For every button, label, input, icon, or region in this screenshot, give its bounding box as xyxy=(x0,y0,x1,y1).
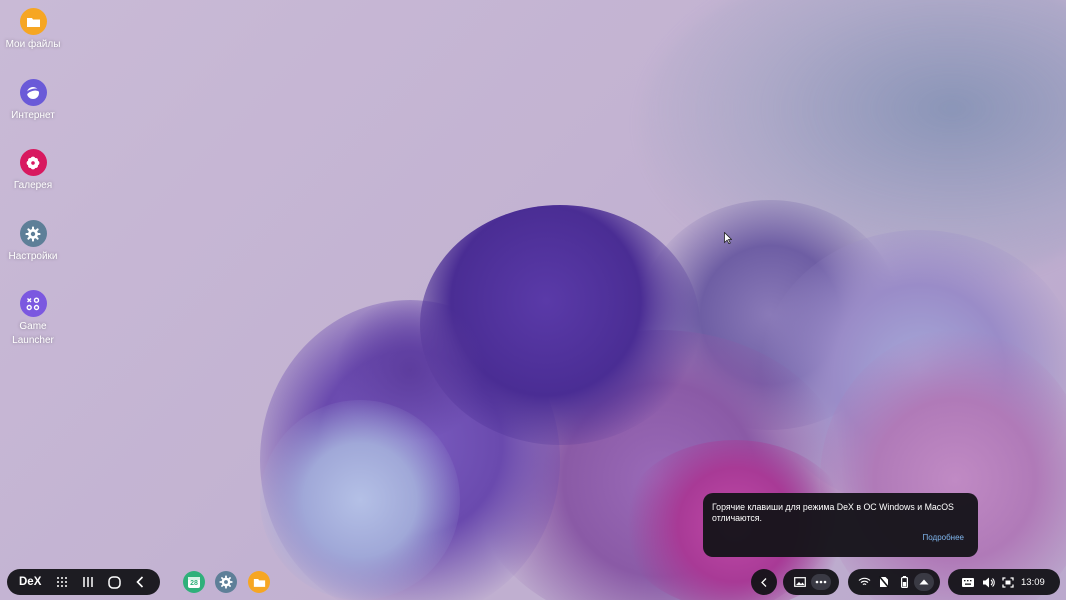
window-controls-pill xyxy=(783,569,839,595)
files-app-button[interactable] xyxy=(248,571,270,593)
desktop-icon-gallery[interactable]: Галерея xyxy=(0,149,66,193)
back-circle-button[interactable] xyxy=(751,569,777,595)
mouse-cursor-icon xyxy=(724,231,733,249)
battery-icon[interactable] xyxy=(894,569,914,595)
dex-button[interactable]: DeX xyxy=(19,576,49,588)
back-icon[interactable] xyxy=(127,569,153,595)
gear-icon xyxy=(219,575,233,589)
desktop-icon-my-files[interactable]: Мои файлы xyxy=(0,8,66,52)
game-launcher-icon xyxy=(19,290,47,317)
keyboard-icon[interactable] xyxy=(958,569,978,595)
desktop-icon-label: Галерея xyxy=(13,180,53,191)
calendar-date-label: 28 xyxy=(190,580,198,587)
desktop-icon-game-launcher[interactable]: Game Launcher xyxy=(0,290,66,348)
more-options-icon[interactable] xyxy=(810,569,832,595)
hotkeys-toast: Горячие клавиши для режима DeX в ОС Wind… xyxy=(703,493,978,557)
calendar-app-button[interactable]: 28 xyxy=(183,571,205,593)
gear-icon xyxy=(19,220,47,247)
desktop-icon-label: Интернет xyxy=(11,110,55,121)
desktop-icon-label: Мои файлы xyxy=(5,39,61,50)
volume-icon[interactable] xyxy=(978,569,998,595)
clock[interactable]: 13:09 xyxy=(1021,577,1045,588)
desktop-icon-label: Настройки xyxy=(8,251,58,262)
wallpaper-petals xyxy=(260,400,460,600)
screenshot-icon[interactable] xyxy=(998,569,1018,595)
status-tray-pill xyxy=(848,569,940,595)
wifi-icon[interactable] xyxy=(854,569,874,595)
dex-navigation-bar: DeX xyxy=(7,569,160,595)
image-icon[interactable] xyxy=(790,569,810,595)
apps-grid-icon[interactable] xyxy=(49,569,75,595)
folder-icon xyxy=(253,578,265,587)
browser-icon xyxy=(19,79,47,106)
toast-more-link[interactable]: Подробнее xyxy=(923,533,965,542)
desktop-icon-settings[interactable]: Настройки xyxy=(0,220,66,264)
recents-icon[interactable] xyxy=(75,569,101,595)
desktop-icon-label: Game Launcher xyxy=(12,321,54,346)
home-icon[interactable] xyxy=(101,569,127,595)
desktop-icon-internet[interactable]: Интернет xyxy=(0,79,66,123)
toast-message: Горячие клавиши для режима DeX в ОС Wind… xyxy=(712,502,954,523)
no-sim-icon[interactable] xyxy=(874,569,894,595)
gallery-flower-icon xyxy=(19,149,47,176)
up-arrow-icon[interactable] xyxy=(914,569,934,595)
folder-icon xyxy=(19,8,47,35)
back-icon xyxy=(761,577,767,587)
settings-app-button[interactable] xyxy=(215,571,237,593)
system-tray-pill: 13:09 xyxy=(948,569,1060,595)
